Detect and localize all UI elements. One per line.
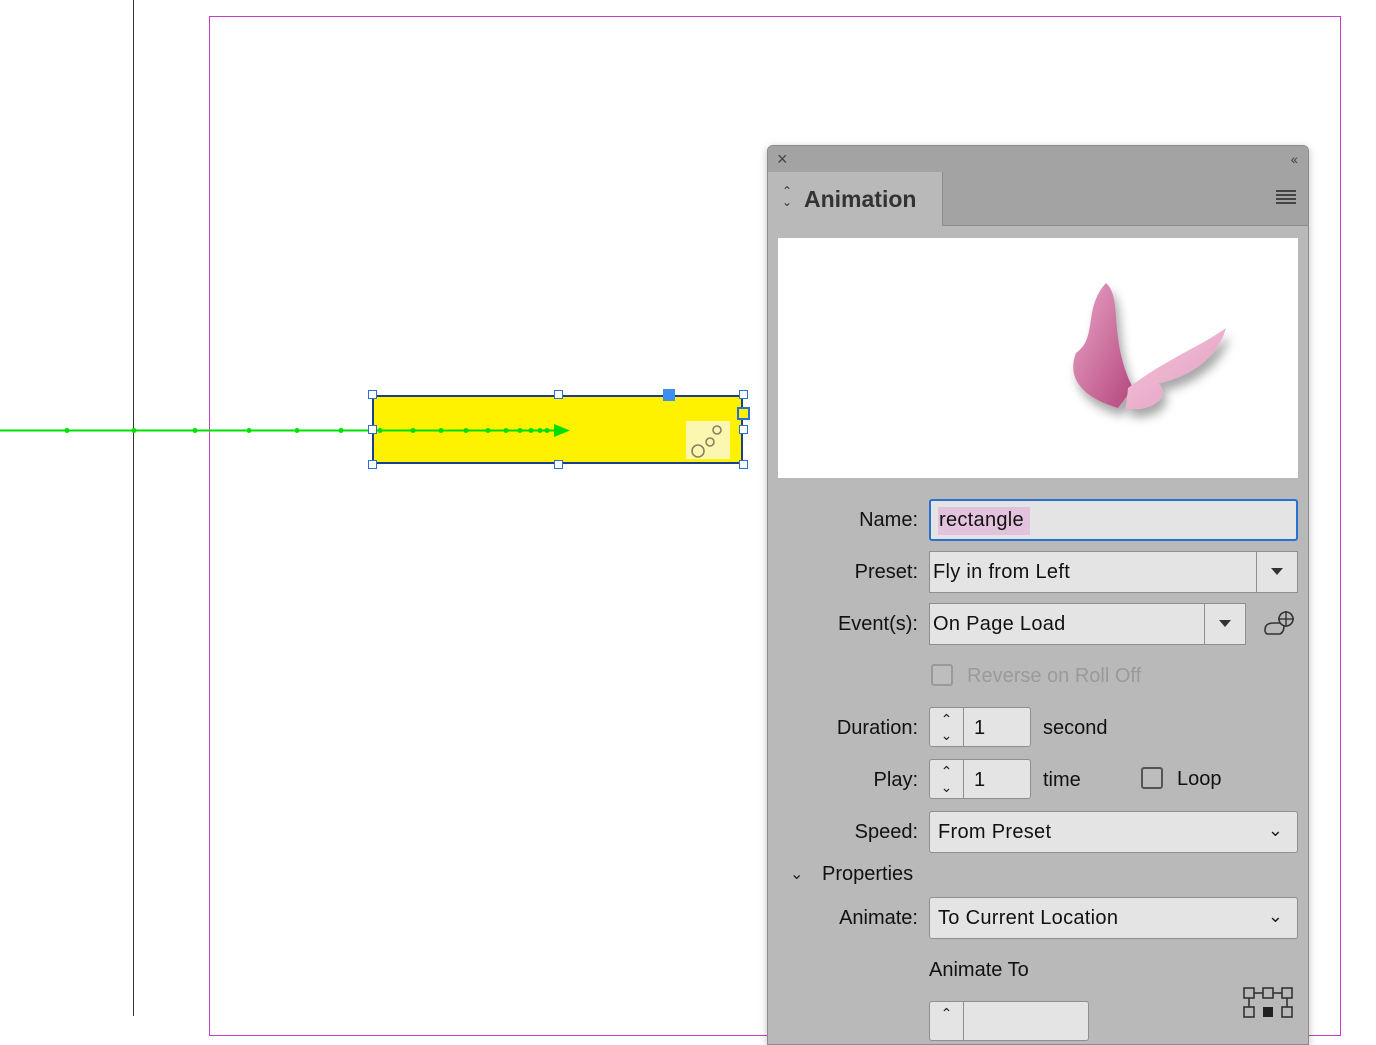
play-stepper-arrows-icon[interactable]: ⌃ ⌄: [930, 760, 964, 798]
reverse-on-roll-off-checkbox[interactable]: [931, 664, 953, 686]
resize-handle-left[interactable]: [368, 425, 377, 434]
animate-label: Animate:: [839, 907, 918, 929]
resize-handle-top-left[interactable]: [368, 390, 377, 399]
reverse-on-roll-off-label: Reverse on Roll Off: [967, 665, 1142, 687]
duration-unit: second: [1043, 717, 1108, 739]
chevron-down-icon: [1219, 620, 1231, 627]
chevron-down-icon: [1271, 568, 1283, 575]
events-label: Event(s):: [837, 613, 918, 635]
tab-animation[interactable]: ⌃ ⌄ Animation: [768, 172, 943, 226]
resize-handle-bottom[interactable]: [554, 460, 563, 469]
panel-menu-icon[interactable]: [1276, 190, 1296, 206]
content-grabber-handle[interactable]: [663, 389, 675, 401]
animate-value: To Current Location: [938, 907, 1119, 929]
preset-dropdown-button[interactable]: [1256, 552, 1297, 592]
resize-handle-right[interactable]: [739, 425, 748, 434]
duration-stepper[interactable]: ⌃ ⌄ 1: [929, 707, 1031, 747]
chevron-down-icon: ⌄: [1267, 820, 1283, 840]
events-dropdown-button[interactable]: [1204, 604, 1245, 644]
play-value: 1: [974, 769, 986, 791]
panel-tab-strip: ⌃ ⌄ Animation: [768, 172, 1308, 226]
rotate-stepper-arrows-icon[interactable]: ⌃: [930, 1002, 964, 1040]
panel-titlebar[interactable]: × ‹‹: [768, 146, 1308, 172]
properties-disclosure-icon[interactable]: ⌄: [790, 864, 803, 884]
animation-panel: × ‹‹ ⌃ ⌄ Animation Name: rectangle Prese…: [767, 145, 1309, 1045]
events-select[interactable]: On Page Load: [929, 603, 1246, 645]
duration-value: 1: [974, 717, 986, 739]
resize-handle-bottom-left[interactable]: [368, 460, 377, 469]
animation-badge-icon[interactable]: [686, 421, 730, 459]
speed-select[interactable]: From Preset ⌄: [929, 811, 1298, 853]
duration-stepper-arrows-icon[interactable]: ⌃ ⌄: [930, 708, 964, 746]
rotate-stepper[interactable]: ⌃: [929, 1001, 1089, 1041]
collapse-icon[interactable]: ‹‹: [1291, 149, 1298, 169]
animate-select[interactable]: To Current Location ⌄: [929, 897, 1298, 939]
animation-preview: [778, 238, 1298, 478]
duration-label: Duration:: [836, 717, 918, 739]
events-value: On Page Load: [933, 613, 1066, 635]
loop-checkbox[interactable]: [1141, 767, 1163, 789]
add-event-icon[interactable]: [1262, 610, 1296, 636]
vertical-guide: [133, 0, 134, 1016]
preset-label: Preset:: [854, 561, 918, 583]
loop-label: Loop: [1177, 768, 1222, 790]
preset-value: Fly in from Left: [933, 561, 1071, 583]
name-field-value: rectangle: [939, 509, 1024, 531]
resize-handle-top-right[interactable]: [739, 390, 748, 399]
preset-select[interactable]: Fly in from Left: [929, 551, 1298, 593]
play-stepper[interactable]: ⌃ ⌄ 1: [929, 759, 1031, 799]
name-label: Name:: [859, 509, 918, 531]
close-icon[interactable]: ×: [777, 149, 788, 169]
motion-path[interactable]: [0, 424, 575, 437]
chevron-down-icon: ⌄: [1267, 906, 1283, 926]
reference-point-proxy-icon[interactable]: [1242, 986, 1294, 1026]
out-port-handle[interactable]: [737, 407, 750, 420]
resize-handle-top[interactable]: [554, 390, 563, 399]
butterfly-preview-icon: [1073, 283, 1226, 409]
animate-to-label: Animate To: [929, 959, 1029, 981]
resize-handle-bottom-right[interactable]: [739, 460, 748, 469]
speed-value: From Preset: [938, 821, 1052, 843]
speed-label: Speed:: [854, 821, 918, 843]
play-label: Play:: [873, 769, 918, 791]
properties-section-label[interactable]: Properties: [822, 863, 913, 886]
tab-expand-icon[interactable]: ⌃ ⌄: [782, 185, 792, 208]
tab-animation-label: Animation: [804, 186, 917, 212]
name-field[interactable]: rectangle: [929, 499, 1298, 541]
play-unit: time: [1043, 769, 1081, 791]
